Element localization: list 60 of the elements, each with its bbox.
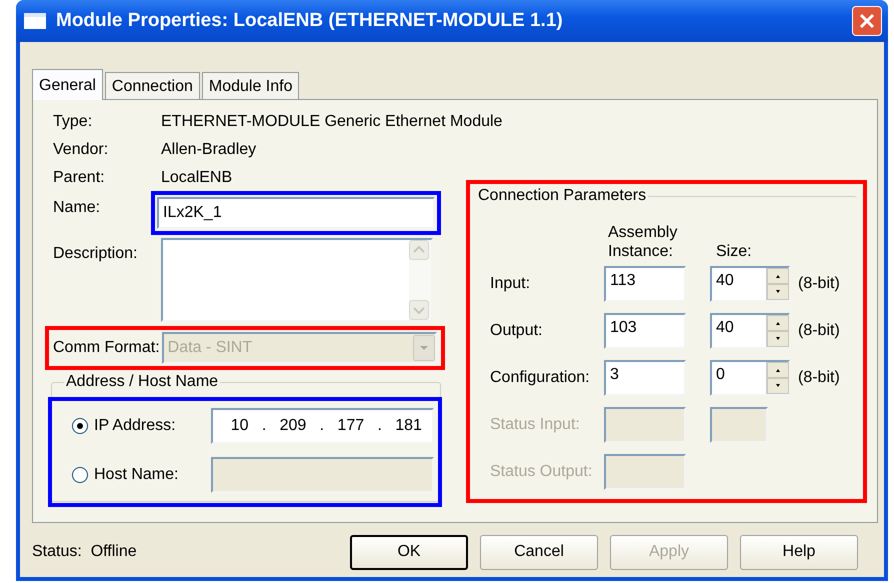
ip-octet: 209 bbox=[280, 416, 306, 436]
field-label: Comm Format: bbox=[53, 338, 160, 358]
field-label: Output: bbox=[490, 321, 544, 342]
spin-up-icon bbox=[767, 362, 789, 378]
unit-label: (8-bit) bbox=[798, 274, 840, 294]
radio-label[interactable]: Host Name: bbox=[94, 462, 212, 487]
dialog-button[interactable]: Help bbox=[740, 534, 858, 570]
dialog-button[interactable]: Cancel bbox=[480, 534, 598, 570]
field-value: LocalENB bbox=[161, 168, 232, 188]
spin-down-icon bbox=[767, 331, 789, 348]
description-field[interactable] bbox=[161, 238, 433, 322]
tab[interactable]: Connection bbox=[104, 72, 200, 99]
column-header: Assembly Instance: bbox=[608, 222, 678, 261]
host-name-field[interactable] bbox=[211, 456, 434, 493]
spin-up-icon bbox=[767, 268, 789, 284]
scroll-up-icon bbox=[409, 240, 429, 260]
field-label: Status Output: bbox=[490, 462, 594, 482]
assembly-instance-field[interactable]: 3 bbox=[604, 360, 686, 396]
window-title: Module Properties: LocalENB (ETHERNET-MODULE 1.1) bbox=[56, 8, 564, 33]
window-icon bbox=[24, 12, 46, 29]
dialog-button[interactable]: OK bbox=[350, 534, 468, 570]
unit-label: (8-bit) bbox=[798, 368, 840, 388]
ip-octet: 10 bbox=[230, 416, 248, 436]
ip-separator: . bbox=[320, 416, 324, 436]
radio-button[interactable] bbox=[72, 418, 88, 434]
dropdown-caret-icon bbox=[413, 334, 435, 361]
field-label: Description: bbox=[53, 244, 138, 264]
assembly-instance-field[interactable]: 113 bbox=[604, 266, 686, 302]
spin-up-icon bbox=[767, 315, 789, 332]
close-icon bbox=[859, 12, 875, 29]
ip-address-field[interactable]: 10 . 209 . 177 . 181 bbox=[210, 408, 434, 444]
spin-down-icon bbox=[767, 284, 789, 300]
status-text: Status: Offline bbox=[32, 542, 138, 562]
size-spinner[interactable]: 40 bbox=[710, 313, 790, 350]
size-spinner[interactable]: 0 bbox=[710, 360, 790, 396]
ip-separator: . bbox=[262, 416, 266, 436]
column-header: Size: bbox=[716, 242, 752, 261]
radio-label[interactable]: IP Address: bbox=[94, 414, 211, 438]
spin-down-icon bbox=[767, 378, 789, 394]
field-value: ETHERNET-MODULE Generic Ethernet Module bbox=[161, 112, 502, 132]
ip-octet: 177 bbox=[337, 416, 364, 436]
name-field[interactable]: ILx2K_1 bbox=[157, 196, 435, 229]
close-button[interactable] bbox=[852, 6, 882, 36]
tab[interactable]: General bbox=[32, 68, 103, 100]
field-label: Parent: bbox=[53, 168, 106, 188]
field-value: Allen-Bradley bbox=[161, 140, 256, 160]
tab[interactable]: Module Info bbox=[202, 72, 300, 99]
field-label: Input: bbox=[490, 274, 532, 294]
ip-octet: 181 bbox=[395, 416, 422, 436]
assembly-instance-field[interactable]: 103 bbox=[604, 313, 686, 350]
scroll-down-icon bbox=[409, 300, 429, 320]
unit-label: (8-bit) bbox=[798, 321, 840, 342]
field-label: Status Input: bbox=[490, 415, 581, 436]
field-label: Type: bbox=[53, 112, 94, 132]
radio-button[interactable] bbox=[72, 466, 88, 483]
field-label: Configuration: bbox=[490, 368, 591, 388]
size-spinner[interactable]: 40 bbox=[710, 266, 790, 302]
field-label: Name: bbox=[53, 198, 102, 218]
ip-separator: . bbox=[377, 416, 382, 436]
field-label: Vendor: bbox=[53, 140, 110, 160]
